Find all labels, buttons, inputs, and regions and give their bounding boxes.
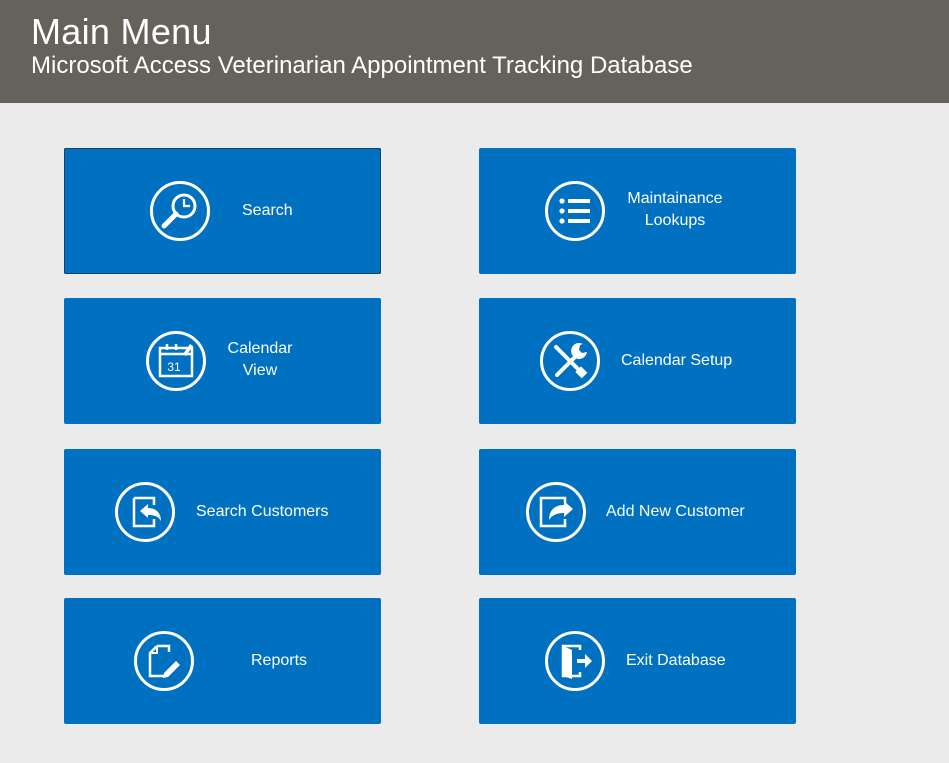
search-button[interactable]: Search	[64, 148, 381, 274]
calendar-icon-text: 31	[167, 360, 181, 374]
header-bar: Main Menu Microsoft Access Veterinarian …	[0, 0, 949, 103]
reports-label: Reports	[251, 652, 308, 669]
reports-button[interactable]: Reports	[64, 598, 381, 724]
add-new-customer-label: Add New Customer	[606, 503, 745, 520]
exit-door-icon	[544, 630, 606, 692]
calendar-setup-label: Calendar Setup	[621, 352, 733, 369]
exit-database-button[interactable]: Exit Database	[479, 598, 796, 724]
return-arrow-icon	[114, 481, 176, 543]
calendar-view-label: Calendar View	[227, 340, 293, 379]
search-customers-label: Search Customers	[196, 503, 329, 520]
tools-icon	[539, 330, 601, 392]
search-label: Search	[242, 202, 293, 219]
exit-database-label: Exit Database	[626, 652, 726, 669]
calendar-icon: 31	[145, 330, 207, 392]
calendar-view-button[interactable]: 31 Calendar View	[64, 298, 381, 424]
page-title: Main Menu	[31, 11, 212, 52]
document-edit-icon	[133, 630, 195, 692]
search-customers-button[interactable]: Search Customers	[64, 449, 381, 575]
maintenance-lookups-button[interactable]: Maintainance Lookups	[479, 148, 796, 274]
add-new-customer-button[interactable]: Add New Customer	[479, 449, 796, 575]
maintenance-lookups-label: Maintainance Lookups	[627, 190, 723, 229]
search-clock-icon	[149, 180, 211, 242]
share-arrow-icon	[525, 481, 587, 543]
calendar-setup-button[interactable]: Calendar Setup	[479, 298, 796, 424]
list-icon	[544, 180, 606, 242]
page-subtitle: Microsoft Access Veterinarian Appointmen…	[31, 52, 693, 79]
